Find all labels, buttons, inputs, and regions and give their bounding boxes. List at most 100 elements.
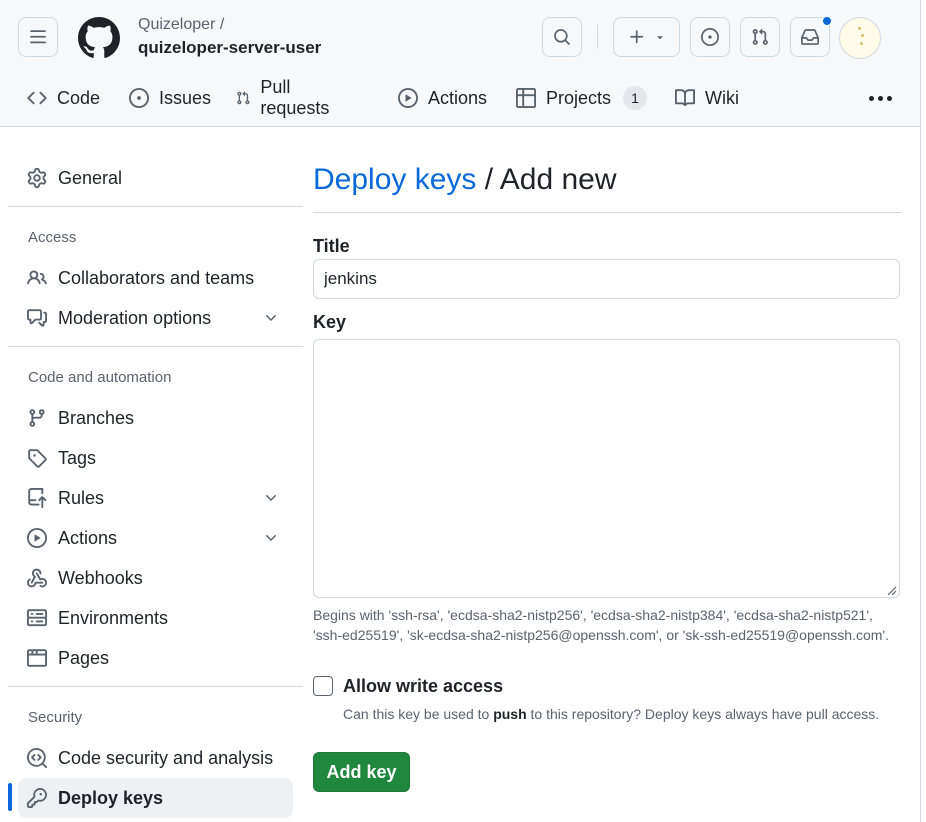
kebab-dot-icon — [868, 95, 874, 101]
deploy-keys-link[interactable]: Deploy keys — [313, 163, 476, 196]
sidebar-item-actions[interactable]: Actions — [18, 518, 293, 558]
sidebar-item-label: Collaborators and teams — [58, 267, 255, 288]
sidebar-item-webhooks[interactable]: Webhooks — [18, 558, 293, 598]
github-logo-icon[interactable] — [78, 17, 120, 59]
title-divider — [313, 212, 901, 213]
repo-push-icon — [28, 488, 47, 508]
more-tabs-button[interactable] — [864, 86, 896, 110]
kebab-dot-icon — [886, 95, 892, 101]
create-new-button[interactable] — [613, 17, 680, 57]
tab-pull-requests[interactable]: Pull requests — [236, 76, 335, 120]
pull-requests-button[interactable] — [740, 17, 780, 57]
sidebar-item-collaborators[interactable]: Collaborators and teams — [18, 258, 293, 298]
sidebar-item-label: General — [58, 167, 123, 188]
sidebar-item-label: Deploy keys — [58, 787, 164, 808]
header-divider — [597, 25, 598, 49]
tab-projects-label: Projects — [546, 87, 612, 108]
sidebar-item-branches[interactable]: Branches — [18, 398, 293, 438]
sidebar-item-deploy-keys[interactable]: Deploy keys — [18, 778, 293, 818]
chevron-down-icon — [266, 535, 276, 541]
sidebar-item-label: Rules — [58, 487, 105, 508]
sidebar-item-tags[interactable]: Tags — [18, 438, 293, 478]
search-icon — [554, 29, 570, 45]
projects-count-badge: 1 — [623, 86, 648, 110]
issue-icon — [701, 28, 719, 46]
codescan-icon — [27, 748, 47, 768]
sidebar-item-label: Pages — [58, 647, 110, 668]
tab-pull-requests-label: Pull requests — [260, 77, 330, 118]
server-icon — [27, 609, 47, 627]
sidebar-item-label: Actions — [58, 527, 118, 548]
page-title: Deploy keys / Add new — [313, 163, 617, 197]
write-access-note: Can this key be used to push to this rep… — [343, 704, 903, 724]
issues-button[interactable] — [690, 17, 730, 57]
gear-icon — [27, 168, 47, 188]
sidebar-item-code-security[interactable]: Code security and analysis — [18, 738, 293, 778]
repo-owner-link[interactable]: Quizeloper / — [138, 16, 224, 34]
chevron-down-icon — [266, 495, 276, 501]
pull-request-icon — [237, 91, 250, 105]
page-title-text: Add new — [499, 163, 617, 196]
sidebar-divider — [8, 686, 303, 687]
repo-header: Quizeloper / quizeloper-server-user Code… — [0, 0, 920, 127]
allow-write-access-checkbox[interactable] — [313, 676, 333, 696]
allow-write-access-label[interactable]: Allow write access — [343, 676, 503, 697]
sidebar-heading-access: Access — [28, 229, 77, 246]
sidebar-heading-security: Security — [28, 709, 83, 726]
git-branch-icon — [29, 409, 45, 427]
tag-icon — [28, 449, 47, 468]
breadcrumb-separator: / — [484, 163, 494, 196]
sidebar-item-rules[interactable]: Rules — [18, 478, 293, 518]
tab-issues-label: Issues — [159, 87, 212, 108]
play-icon — [398, 88, 418, 108]
issue-icon — [129, 88, 149, 108]
sidebar-divider — [8, 206, 303, 207]
tab-projects[interactable]: Projects 1 — [516, 76, 648, 120]
avatar[interactable] — [839, 17, 881, 59]
tab-actions[interactable]: Actions — [398, 76, 487, 120]
sidebar-item-environments[interactable]: Environments — [18, 598, 293, 638]
resize-grip-icon[interactable] — [885, 584, 897, 596]
book-icon — [675, 89, 695, 107]
menu-icon — [30, 30, 46, 44]
sidebar-item-label: Webhooks — [58, 567, 143, 588]
chevron-down-icon — [266, 315, 276, 321]
sidebar-item-general[interactable]: General — [18, 158, 293, 198]
title-input[interactable] — [313, 259, 900, 299]
search-button[interactable] — [542, 17, 582, 57]
title-field-label: Title — [313, 236, 350, 256]
tab-wiki[interactable]: Wiki — [675, 76, 739, 120]
sidebar-item-label: Code security and analysis — [58, 747, 274, 768]
sidebar-item-moderation[interactable]: Moderation options — [18, 298, 293, 338]
sidebar-item-label: Branches — [58, 407, 135, 428]
plus-icon — [629, 30, 643, 44]
key-textarea[interactable] — [313, 339, 900, 598]
tab-code[interactable]: Code — [27, 76, 100, 120]
people-icon — [27, 270, 47, 285]
key-format-hint: Begins with 'ssh-rsa', 'ecdsa-sha2-nistp… — [313, 607, 889, 643]
menu-button[interactable] — [18, 17, 58, 57]
repo-name-link[interactable]: quizeloper-server-user — [138, 38, 321, 58]
webhook-icon — [27, 568, 47, 588]
sidebar-item-pages[interactable]: Pages — [18, 638, 293, 678]
add-key-button[interactable]: Add key — [313, 752, 410, 792]
window-edge — [920, 0, 926, 822]
play-icon — [27, 528, 47, 548]
tab-issues[interactable]: Issues — [129, 76, 211, 120]
write-note-bold: push — [493, 706, 527, 722]
kebab-dot-icon — [877, 95, 883, 101]
code-icon — [27, 91, 47, 105]
sidebar-item-label: Moderation options — [58, 307, 212, 328]
write-note-text: Can this key be used to — [343, 706, 490, 722]
sidebar-item-label: Environments — [58, 607, 169, 628]
tab-actions-label: Actions — [428, 87, 488, 108]
inbox-icon — [801, 29, 819, 45]
tab-code-label: Code — [57, 87, 101, 108]
caret-down-icon — [656, 36, 663, 40]
tab-wiki-label: Wiki — [705, 87, 739, 108]
notification-indicator — [822, 16, 832, 26]
table-icon — [516, 88, 536, 108]
write-note-text: to this repository? Deploy keys always h… — [530, 706, 880, 722]
comment-discussion-icon — [27, 309, 47, 327]
browser-icon — [27, 649, 47, 667]
